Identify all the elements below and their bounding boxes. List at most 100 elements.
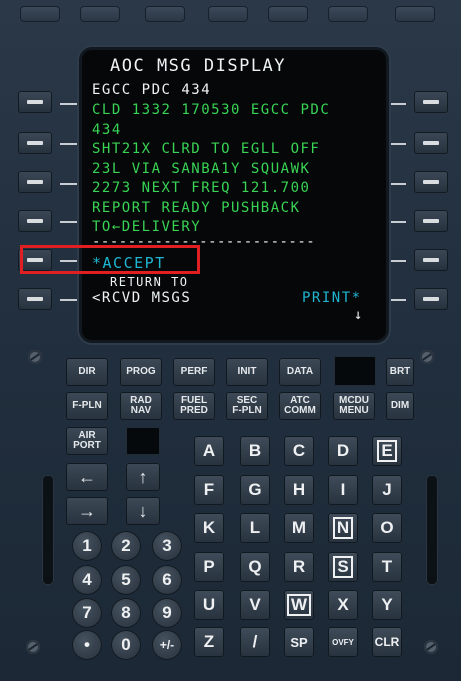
atc-comm-key[interactable]: ATC COMM xyxy=(279,392,321,420)
down-arrow-key[interactable]: ↓ xyxy=(126,497,160,525)
message-line: CLD 1332 170530 EGCC PDC xyxy=(92,102,331,118)
key-d[interactable]: D xyxy=(328,436,358,466)
key-w[interactable]: W xyxy=(284,590,314,620)
key-o[interactable]: O xyxy=(372,513,402,543)
lsk-4r[interactable] xyxy=(414,210,448,232)
lsk-5r[interactable] xyxy=(414,249,448,271)
lsk-4l[interactable] xyxy=(18,210,52,232)
key-p[interactable]: P xyxy=(194,552,224,582)
key-e-label: E xyxy=(377,440,397,462)
key-i[interactable]: I xyxy=(328,475,358,505)
message-line: 434 xyxy=(92,122,122,138)
init-key[interactable]: INIT xyxy=(226,358,268,386)
perf-key[interactable]: PERF xyxy=(173,358,215,386)
accept-highlight xyxy=(20,245,200,274)
key-c[interactable]: C xyxy=(284,436,314,466)
screw xyxy=(28,350,42,364)
fpln-key[interactable]: F-PLN xyxy=(66,392,108,420)
brt-key[interactable]: BRT xyxy=(386,358,414,386)
key-4[interactable]: 4 xyxy=(72,565,102,595)
airport-key[interactable]: AIR PORT xyxy=(66,427,108,455)
key-m[interactable]: M xyxy=(284,513,314,543)
lsk-3r[interactable] xyxy=(414,171,448,193)
annunciator-strip xyxy=(42,475,54,585)
lsk-6r[interactable] xyxy=(414,288,448,310)
key-slash[interactable]: / xyxy=(240,627,270,657)
key-y[interactable]: Y xyxy=(372,590,402,620)
key-3[interactable]: 3 xyxy=(152,531,182,561)
dim-key[interactable]: DIM xyxy=(386,392,414,420)
key-b[interactable]: B xyxy=(240,436,270,466)
key-j[interactable]: J xyxy=(372,475,402,505)
key-8[interactable]: 8 xyxy=(111,598,141,628)
lsk-6l[interactable] xyxy=(18,288,52,310)
key-9[interactable]: 9 xyxy=(152,598,182,628)
left-arrow-key[interactable]: ← xyxy=(66,463,108,491)
key-clr[interactable]: CLR xyxy=(372,627,402,657)
scroll-down-arrow: ↓ xyxy=(354,307,364,323)
lsk-tick xyxy=(388,221,406,223)
key-a[interactable]: A xyxy=(194,436,224,466)
key-f[interactable]: F xyxy=(194,475,224,505)
top-strip-button xyxy=(20,6,60,22)
key-5[interactable]: 5 xyxy=(111,565,141,595)
lsk-3l[interactable] xyxy=(18,171,52,193)
blank-key-slot xyxy=(126,427,160,455)
key-q[interactable]: Q xyxy=(240,552,270,582)
mcdu-screen: AOC MSG DISPLAY EGCC PDC 434 CLD 1332 17… xyxy=(82,50,386,340)
top-strip-button xyxy=(268,6,308,22)
lsk-1r[interactable] xyxy=(414,91,448,113)
lsk-2l[interactable] xyxy=(18,132,52,154)
right-arrow-key[interactable]: → xyxy=(66,497,108,525)
lsk-tick xyxy=(388,183,406,185)
key-n[interactable]: N xyxy=(328,513,358,543)
lsk-tick xyxy=(388,260,406,262)
key-space[interactable]: SP xyxy=(284,627,314,657)
lsk-tick xyxy=(60,143,78,145)
mcdu-menu-key[interactable]: MCDU MENU xyxy=(333,392,375,420)
lsk-tick xyxy=(388,103,406,105)
key-decimal[interactable]: • xyxy=(72,630,102,660)
up-arrow-key[interactable]: ↑ xyxy=(126,463,160,491)
lsk-tick xyxy=(60,299,78,301)
prog-key[interactable]: PROG xyxy=(120,358,162,386)
message-line: TO←DELIVERY xyxy=(92,219,202,235)
key-2[interactable]: 2 xyxy=(111,531,141,561)
lsk-1l[interactable] xyxy=(18,91,52,113)
message-line: EGCC PDC 434 xyxy=(92,82,212,98)
key-g[interactable]: G xyxy=(240,475,270,505)
key-0[interactable]: 0 xyxy=(111,630,141,660)
blank-key-slot xyxy=(334,356,376,386)
key-ovfy[interactable]: OVFY xyxy=(328,627,358,657)
key-s[interactable]: S xyxy=(328,552,358,582)
key-n-label: N xyxy=(332,517,354,539)
lsk-2r[interactable] xyxy=(414,132,448,154)
key-7[interactable]: 7 xyxy=(72,598,102,628)
key-w-label: W xyxy=(286,594,312,616)
key-u[interactable]: U xyxy=(194,590,224,620)
rcvd-msgs-prompt[interactable]: <RCVD MSGS xyxy=(92,290,191,306)
lsk-tick xyxy=(388,143,406,145)
key-plus-minus[interactable]: +/- xyxy=(152,630,182,660)
key-6[interactable]: 6 xyxy=(152,565,182,595)
dir-key[interactable]: DIR xyxy=(66,358,108,386)
message-line: REPORT READY PUSHBACK xyxy=(92,200,301,216)
rad-nav-key[interactable]: RAD NAV xyxy=(120,392,162,420)
key-v[interactable]: V xyxy=(240,590,270,620)
key-h[interactable]: H xyxy=(284,475,314,505)
key-t[interactable]: T xyxy=(372,552,402,582)
key-l[interactable]: L xyxy=(240,513,270,543)
key-e[interactable]: E xyxy=(372,436,402,466)
key-z[interactable]: Z xyxy=(194,627,224,657)
data-key[interactable]: DATA xyxy=(279,358,321,386)
print-prompt[interactable]: PRINT* xyxy=(302,290,362,306)
page-title: AOC MSG DISPLAY xyxy=(110,56,287,76)
key-s-label: S xyxy=(333,556,353,578)
key-k[interactable]: K xyxy=(194,513,224,543)
message-line: 2273 NEXT FREQ 121.700 xyxy=(92,180,311,196)
key-r[interactable]: R xyxy=(284,552,314,582)
sec-fpln-key[interactable]: SEC F-PLN xyxy=(226,392,268,420)
key-1[interactable]: 1 xyxy=(72,531,102,561)
key-x[interactable]: X xyxy=(328,590,358,620)
fuel-pred-key[interactable]: FUEL PRED xyxy=(173,392,215,420)
